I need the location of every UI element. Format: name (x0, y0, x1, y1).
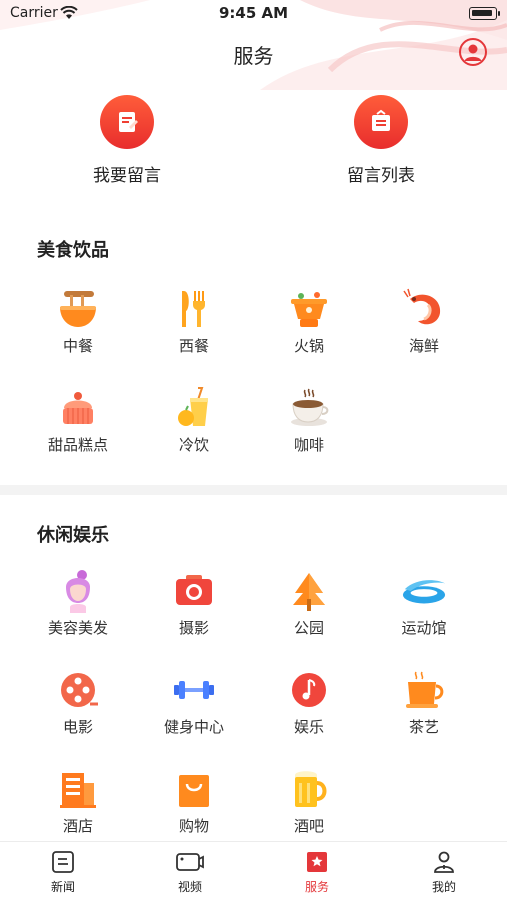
coffee-cup-icon (286, 385, 332, 431)
grid-item-label: 中餐 (62, 337, 93, 355)
service-icon (277, 848, 357, 876)
grid-item-label: 西餐 (178, 337, 209, 355)
note-edit-icon (100, 95, 154, 149)
grid-item-label: 购物 (178, 817, 209, 835)
person-icon (464, 44, 482, 61)
grid-item-movie[interactable]: 电影 (38, 667, 118, 737)
beer-mug-icon (286, 766, 332, 812)
grid-item-label: 海鲜 (408, 337, 439, 355)
film-reel-icon (55, 667, 101, 713)
grid-item-coffee[interactable]: 咖啡 (269, 385, 349, 455)
shrimp-icon (401, 286, 447, 332)
grid-item-western-food[interactable]: 西餐 (154, 286, 234, 356)
grid-item-label: 火锅 (293, 337, 324, 355)
shopping-bag-icon (171, 766, 217, 812)
cold-drink-icon (171, 385, 217, 431)
grid-item-label: 摄影 (178, 619, 209, 637)
section-divider (0, 485, 507, 495)
grid-item-chinese-food[interactable]: 中餐 (38, 286, 118, 356)
noodle-bowl-icon (55, 286, 101, 332)
quick-action-label: 我要留言 (93, 166, 161, 186)
tab-me[interactable]: 我的 (404, 848, 484, 895)
cake-icon (55, 385, 101, 431)
tab-label: 新闻 (50, 880, 75, 894)
video-icon (150, 848, 230, 876)
section-title-leisure: 休闲娱乐 (37, 525, 109, 546)
music-note-icon (286, 667, 332, 713)
news-icon (23, 848, 103, 876)
tab-label: 服务 (304, 880, 329, 894)
fork-knife-icon (171, 286, 217, 332)
tab-bar: 新闻 视频 服务 我的 (0, 841, 507, 900)
grid-item-label: 美容美发 (47, 619, 108, 637)
tab-label: 视频 (177, 880, 202, 894)
tab-video[interactable]: 视频 (150, 848, 230, 895)
grid-item-label: 运动馆 (401, 619, 447, 637)
battery-icon (469, 7, 497, 20)
tree-icon (286, 568, 332, 614)
grid-item-hotpot[interactable]: 火锅 (269, 286, 349, 356)
profile-button[interactable] (459, 38, 487, 66)
grid-item-label: 冷饮 (178, 436, 209, 454)
section-title-food: 美食饮品 (37, 240, 109, 261)
grid-item-label: 公园 (293, 619, 324, 637)
tab-label: 我的 (431, 880, 456, 894)
grid-item-beauty-salon[interactable]: 美容美发 (38, 568, 118, 638)
grid-item-label: 健身中心 (163, 718, 224, 736)
user-icon (404, 848, 484, 876)
quick-action-message-list[interactable]: 留言列表 (311, 95, 451, 186)
camera-icon (171, 568, 217, 614)
page-title: 服务 (233, 44, 274, 68)
grid-item-park[interactable]: 公园 (269, 568, 349, 638)
status-time: 9:45 AM (218, 4, 289, 22)
hair-salon-icon (55, 568, 101, 614)
grid-item-label: 电影 (62, 718, 93, 736)
grid-item-cold-drink[interactable]: 冷饮 (154, 385, 234, 455)
hotpot-icon (286, 286, 332, 332)
dumbbell-icon (171, 667, 217, 713)
grid-item-label: 酒吧 (293, 817, 324, 835)
grid-item-stadium[interactable]: 运动馆 (384, 568, 464, 638)
tea-cup-icon (401, 667, 447, 713)
grid-item-label: 娱乐 (293, 718, 324, 736)
hotel-icon (55, 766, 101, 812)
grid-item-photography[interactable]: 摄影 (154, 568, 234, 638)
grid-item-label: 甜品糕点 (47, 436, 108, 454)
grid-item-tea[interactable]: 茶艺 (384, 667, 464, 737)
tab-service[interactable]: 服务 (277, 848, 357, 895)
tab-news[interactable]: 新闻 (23, 848, 103, 895)
grid-item-label: 酒店 (62, 817, 93, 835)
grid-item-fitness[interactable]: 健身中心 (154, 667, 234, 737)
grid-item-shopping[interactable]: 购物 (154, 766, 234, 836)
grid-item-seafood[interactable]: 海鲜 (384, 286, 464, 356)
grid-item-bar[interactable]: 酒吧 (269, 766, 349, 836)
quick-action-leave-message[interactable]: 我要留言 (57, 95, 197, 186)
grid-item-hotel[interactable]: 酒店 (38, 766, 118, 836)
grid-item-dessert[interactable]: 甜品糕点 (38, 385, 118, 455)
message-list-icon (354, 95, 408, 149)
status-bar: Carrier 9:45 AM (0, 0, 507, 28)
grid-item-label: 茶艺 (408, 718, 439, 736)
stadium-icon (401, 568, 447, 614)
grid-item-entertainment[interactable]: 娱乐 (269, 667, 349, 737)
grid-item-label: 咖啡 (293, 436, 324, 454)
battery-tip (498, 11, 500, 16)
quick-action-label: 留言列表 (347, 166, 415, 186)
